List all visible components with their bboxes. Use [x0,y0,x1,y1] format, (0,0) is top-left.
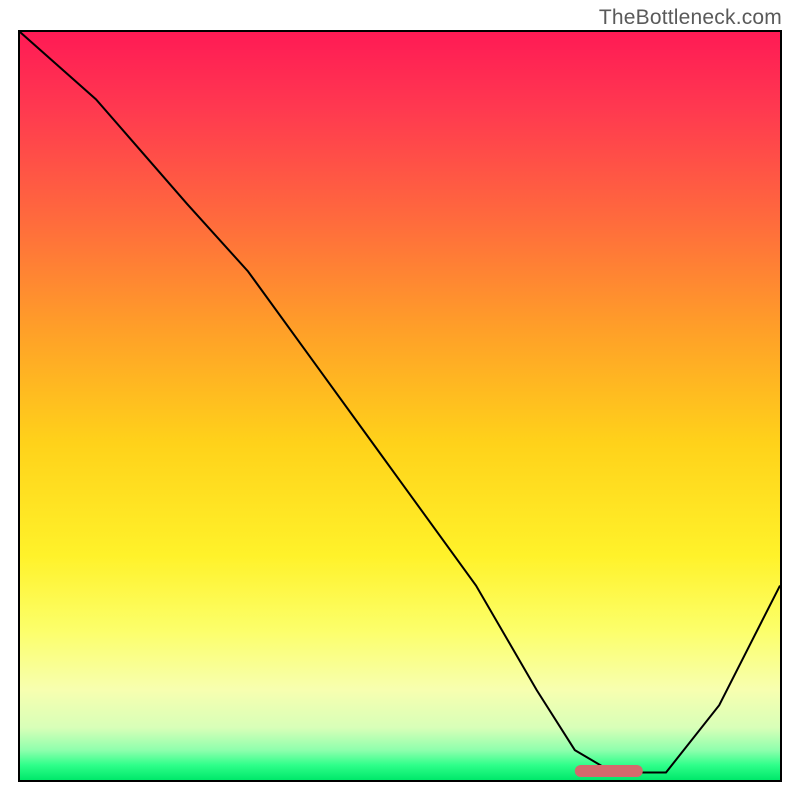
watermark-text: TheBottleneck.com [599,6,782,30]
chart-line-svg [20,32,780,780]
chart-frame [18,30,782,782]
bottleneck-marker [575,765,643,777]
chart-line-path [20,32,780,773]
